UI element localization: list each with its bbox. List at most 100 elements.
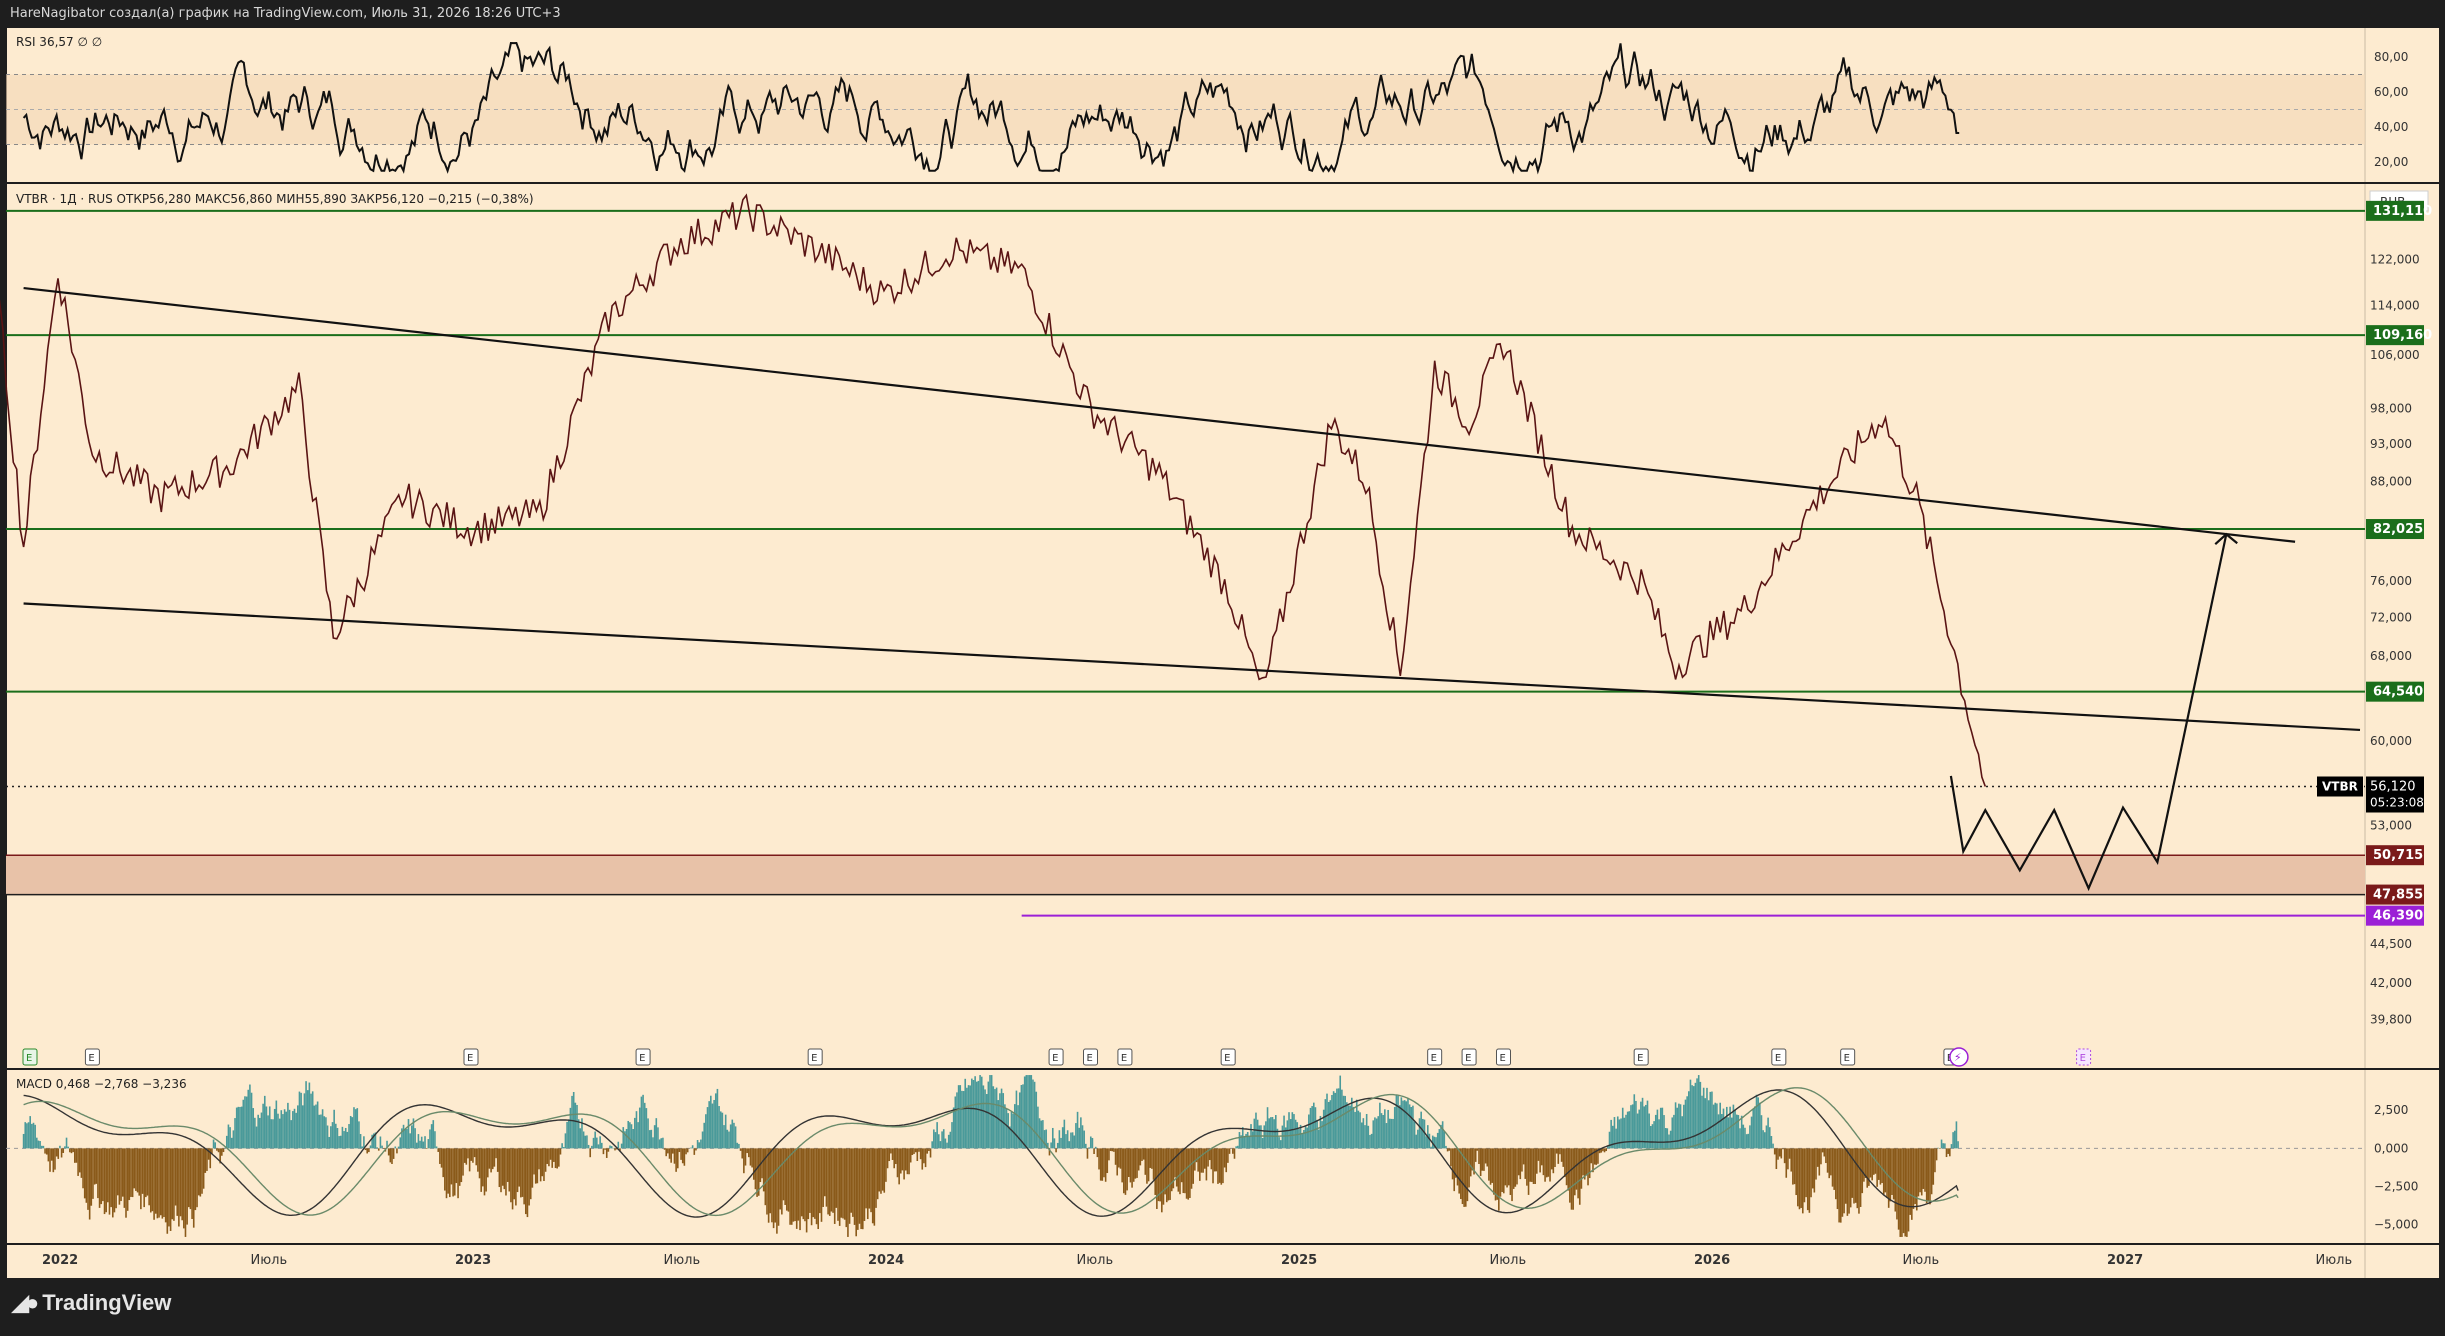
price-tick-label: 60,000 [2370,734,2412,748]
macd-histogram-bar [98,1148,101,1208]
earnings-marker[interactable]: E [635,1048,651,1066]
macd-histogram-bar [1043,1130,1046,1149]
macd-histogram-bar [1745,1134,1748,1149]
macd-histogram-bar [1220,1148,1223,1185]
macd-histogram-bar [1238,1132,1241,1149]
macd-histogram-bar [1430,1146,1432,1149]
earnings-marker[interactable]: E [1633,1048,1649,1066]
macd-histogram-bar [437,1148,440,1152]
macd-histogram-bar [192,1148,195,1228]
macd-histogram-bar [1719,1102,1721,1149]
earnings-marker[interactable]: E [1427,1048,1443,1066]
macd-histogram-bar [92,1148,94,1199]
macd-histogram-bar [1354,1111,1356,1149]
macd-histogram-bar [1557,1148,1560,1164]
earnings-marker-letter: E [88,1053,94,1064]
macd-histogram-bar [346,1131,349,1149]
level-price-badge-text: 64,540 [2373,685,2423,700]
earnings-marker[interactable]: E [22,1048,38,1066]
macd-histogram-bar [1671,1117,1674,1149]
macd-histogram-bar [1360,1122,1363,1149]
macd-histogram-bar [896,1148,899,1178]
earnings-marker[interactable]: E [1220,1048,1236,1066]
macd-histogram-bar [650,1129,653,1149]
time-tick-label: Июль [664,1253,701,1268]
macd-histogram-bar [174,1148,177,1206]
macd-histogram-bar [394,1146,397,1149]
macd-histogram-bar [1562,1148,1565,1167]
target-price-badge[interactable]: 46,390 [2366,905,2424,926]
macd-histogram-bar [1124,1148,1127,1195]
level-price-badge[interactable]: 64,540 [2366,681,2424,702]
macd-histogram-bar [817,1148,819,1230]
macd-histogram-bar [1742,1124,1745,1149]
macd-histogram-bar [1537,1148,1540,1161]
macd-histogram-bar [800,1148,803,1217]
macd-histogram-bar [320,1114,322,1149]
macd-histogram-bar [881,1148,884,1191]
macd-histogram-bar [498,1148,501,1188]
level-price-badge[interactable]: 82,025 [2366,519,2424,540]
future-earnings-marker[interactable]: E [2076,1048,2092,1066]
macd-histogram-bar [1344,1095,1346,1149]
macd-histogram-bar [1740,1115,1743,1149]
macd-histogram-bar [478,1148,481,1179]
earnings-marker[interactable]: E [1461,1048,1477,1066]
earnings-marker[interactable]: E [807,1048,823,1066]
tradingview-logo[interactable]: ◢● TradingView [12,1290,171,1316]
macd-histogram-bar [1752,1109,1755,1149]
macd-histogram-bar [776,1148,778,1234]
macd-histogram-bar [181,1148,183,1221]
macd-histogram-bar [1088,1147,1090,1149]
macd-histogram-bar [607,1148,610,1152]
macd-histogram-bar [574,1102,577,1149]
macd-histogram-bar [876,1148,879,1200]
earnings-marker-letter: E [811,1053,817,1064]
macd-histogram-bar [772,1148,775,1229]
macd-histogram-bar [254,1117,256,1149]
earnings-marker[interactable]: E [1083,1048,1098,1066]
macd-histogram-bar [954,1096,957,1149]
macd-histogram-bar [1281,1125,1284,1149]
macd-histogram-bar [260,1112,263,1149]
macd-histogram-bar [452,1148,454,1197]
macd-histogram-bar [1666,1128,1669,1149]
support-bottom-badge[interactable]: 47,855 [2366,884,2424,905]
macd-histogram-bar [1070,1132,1072,1149]
macd-histogram-bar [556,1148,558,1169]
macd-histogram-bar [1585,1148,1588,1176]
dividend-marker[interactable]: ⚡ [1949,1047,1969,1067]
macd-histogram-bar [305,1081,307,1149]
macd-histogram-bar [424,1136,426,1149]
earnings-marker[interactable]: E [1117,1048,1133,1066]
macd-histogram-bar [1798,1148,1801,1210]
earnings-marker[interactable]: E [1048,1048,1064,1066]
macd-histogram-bar [924,1148,927,1168]
macd-histogram-bar [287,1102,289,1149]
macd-histogram-bar [369,1145,372,1149]
chart-canvas[interactable]: RSI 36,57 ∅ ∅ 80,00 60,00 40,00 20,00 VTBR … [0,0,2445,1336]
macd-histogram-bar [566,1121,568,1149]
macd-histogram-bar [610,1146,613,1149]
earnings-marker[interactable]: E [84,1048,100,1066]
macd-histogram-bar [1696,1078,1698,1149]
tradingview-mark-icon: ◢● [12,1290,39,1315]
earnings-marker[interactable]: E [1496,1048,1511,1066]
level-price-badge[interactable]: 109,160 [2366,325,2432,346]
macd-histogram-bar [1717,1114,1720,1149]
macd-histogram-bar [1949,1148,1951,1157]
macd-histogram-bar [600,1142,603,1149]
earnings-marker[interactable]: E [1771,1048,1787,1066]
macd-histogram-bar [1446,1148,1449,1152]
macd-histogram-bar [1403,1100,1406,1149]
macd-histogram-bar [1316,1119,1318,1149]
macd-histogram-bar [630,1124,633,1149]
support-top-badge[interactable]: 50,715 [2366,845,2424,866]
earnings-marker[interactable]: E [463,1048,479,1066]
macd-histogram-bar [1942,1143,1945,1149]
macd-histogram-bar [1370,1133,1373,1149]
macd-histogram-bar [1864,1148,1867,1178]
level-price-badge[interactable]: 131,110 [2366,200,2432,221]
macd-histogram-bar [1397,1095,1399,1149]
earnings-marker[interactable]: E [1840,1048,1856,1066]
